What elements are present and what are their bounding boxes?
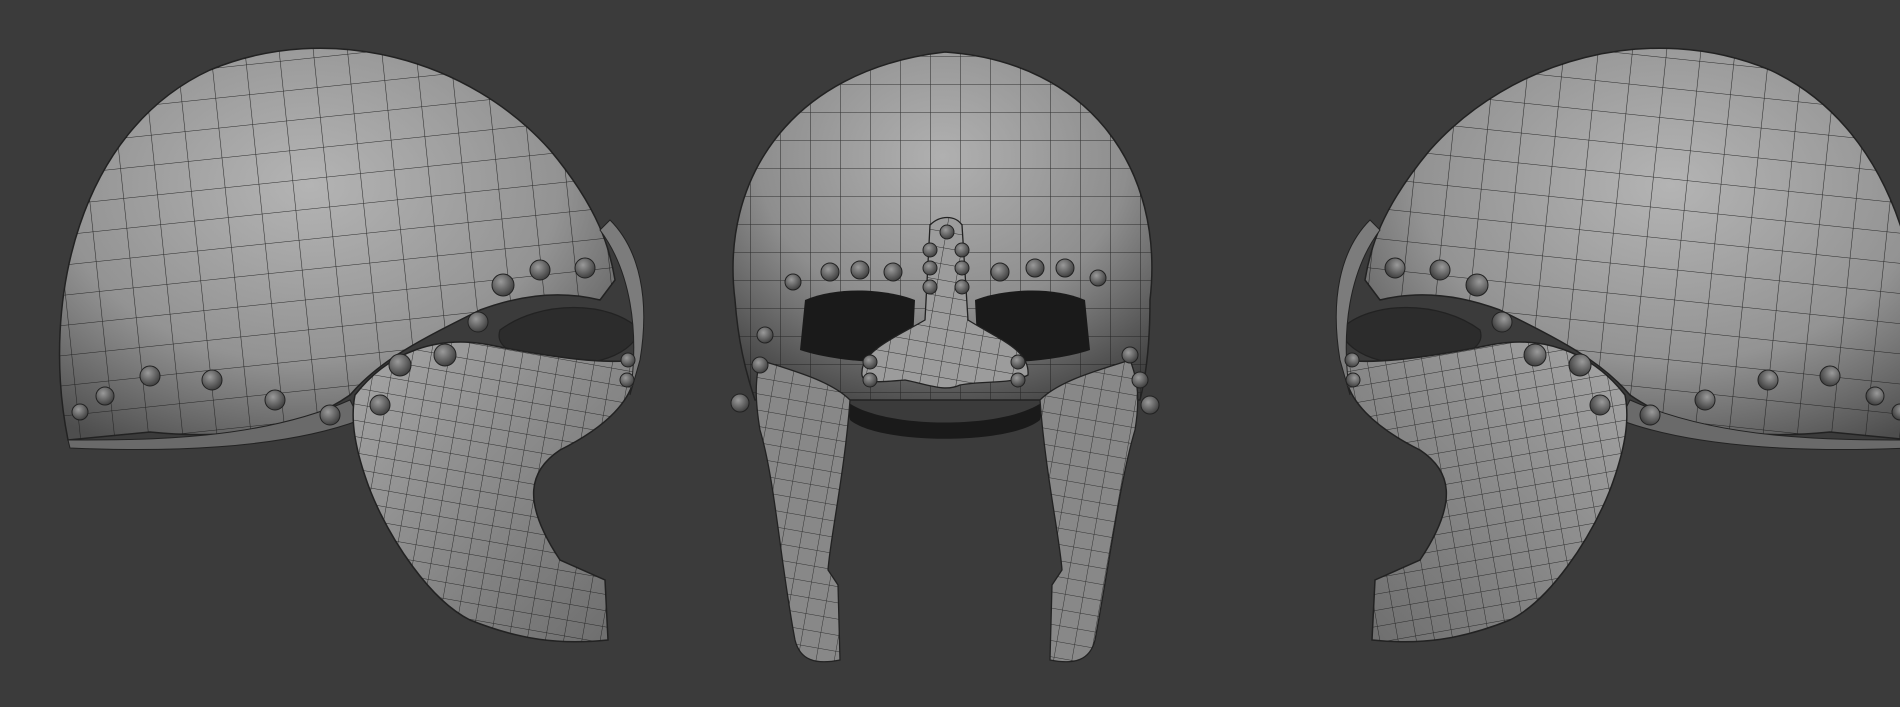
render-canvas[interactable]: [0, 0, 1900, 707]
viewport-3d[interactable]: [0, 0, 1900, 707]
face-opening-front: [845, 400, 1045, 439]
helmet-front-view: [730, 51, 1160, 663]
helmet-side-left-view: [58, 47, 645, 643]
helmet-side-right-view: [1335, 47, 1900, 643]
